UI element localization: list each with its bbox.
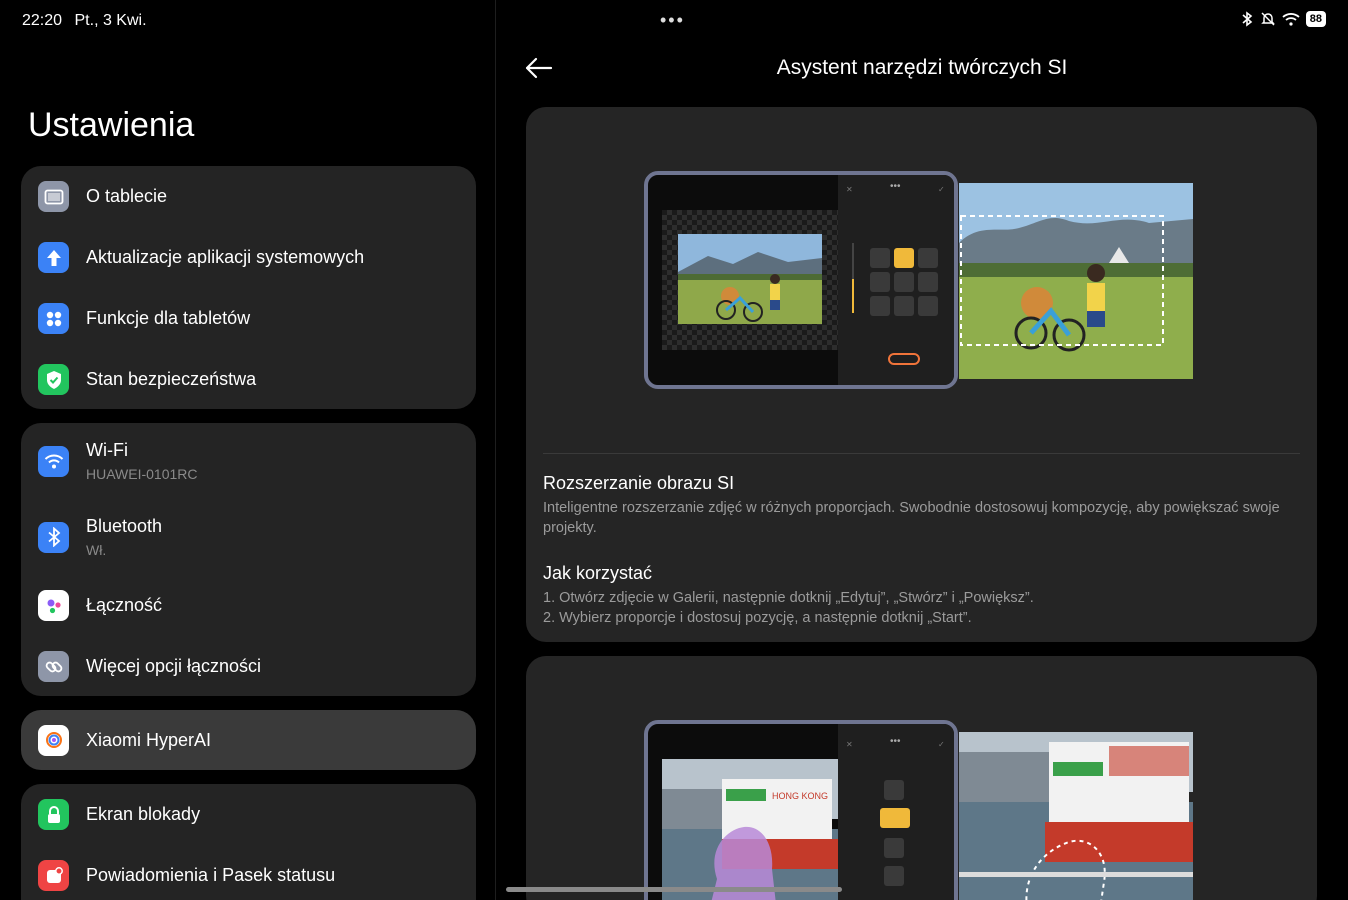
settings-item-label: Więcej opcji łączności <box>86 656 262 676</box>
ratio-button <box>918 296 938 316</box>
lock-icon <box>38 799 69 830</box>
ratio-button <box>870 272 890 292</box>
grid-dots-icon <box>38 303 69 334</box>
settings-group-display: Ekran blokady Powiadomienia i Pasek stat… <box>21 784 476 900</box>
settings-item-xiaomi-hyperai[interactable]: Xiaomi HyperAI <box>21 710 476 770</box>
settings-group-connections: Wi-Fi HUAWEI-0101RC Bluetooth Wł. Łączno… <box>21 423 476 696</box>
more-icon: ••• <box>890 181 901 192</box>
expanded-photo <box>959 183 1193 379</box>
settings-item-bluetooth[interactable]: Bluetooth Wł. <box>21 499 476 575</box>
battery-indicator: 88 <box>1305 11 1326 27</box>
more-icon: ••• <box>890 736 901 747</box>
tool-button-active <box>880 808 910 828</box>
settings-item-more-connectivity[interactable]: Więcej opcji łączności <box>21 636 476 697</box>
settings-item-notifications[interactable]: Powiadomienia i Pasek statusu <box>21 845 476 900</box>
tool-button <box>884 866 904 886</box>
ratio-button <box>894 296 914 316</box>
settings-item-label: O tablecie <box>86 186 168 206</box>
slider-fill <box>852 279 854 313</box>
dots-color-icon <box>38 590 69 621</box>
home-indicator[interactable] <box>506 887 842 892</box>
tablet-icon <box>38 181 69 212</box>
ratio-button-active <box>894 248 914 268</box>
link-icon <box>38 651 69 682</box>
wifi-icon <box>38 445 69 477</box>
feature-card-image-expansion: ✕ ••• ✓ Rozszerzanie obrazu SI Inteligen… <box>526 107 1317 642</box>
status-bar-right: 88 <box>1240 11 1326 27</box>
settings-item-label: Stan bezpieczeństwa <box>86 369 257 389</box>
settings-group-hyperai: Xiaomi HyperAI <box>21 710 476 770</box>
settings-item-label: Powiadomienia i Pasek statusu <box>86 865 336 885</box>
tool-panel: ✕ ••• ✓ <box>838 175 954 385</box>
howto-step-2: 2. Wybierz proporcje i dostosuj pozycję,… <box>543 610 972 626</box>
photo-thumbnail <box>678 234 822 324</box>
bluetooth-icon <box>38 521 69 553</box>
shield-check-icon <box>38 364 69 395</box>
settings-item-lock-screen[interactable]: Ekran blokady <box>21 784 476 845</box>
multitask-dots-icon[interactable]: ••• <box>660 10 685 31</box>
tool-button <box>884 838 904 858</box>
settings-item-label: Łączność <box>86 595 163 615</box>
arrow-up-icon <box>38 242 69 273</box>
bluetooth-status-icon <box>1242 11 1253 27</box>
wifi-status-icon <box>1282 13 1300 26</box>
tablet-mockup: ✕ ••• ✓ <box>644 171 958 389</box>
card-divider <box>543 453 1300 454</box>
tool-button <box>884 780 904 800</box>
check-icon: ✓ <box>938 185 945 194</box>
settings-item-system-updates[interactable]: Aktualizacje aplikacji systemowych <box>21 227 476 288</box>
settings-item-sublabel: Wł. <box>86 542 107 558</box>
detail-title: Asystent narzędzi twórczych SI <box>776 56 1068 79</box>
close-icon: ✕ <box>846 185 853 194</box>
ratio-button <box>870 296 890 316</box>
settings-item-sublabel: HUAWEI-0101RC <box>86 466 198 482</box>
tablet-mockup: HONG KONG ✕ ••• ✓ <box>644 720 958 900</box>
settings-item-connectivity[interactable]: Łączność <box>21 575 476 636</box>
ferry-photo: HONG KONG <box>662 759 838 900</box>
ratio-button <box>918 272 938 292</box>
settings-item-label: Xiaomi HyperAI <box>86 729 212 750</box>
check-icon: ✓ <box>938 740 945 749</box>
settings-item-about-tablet[interactable]: O tablecie <box>21 166 476 227</box>
close-icon: ✕ <box>846 740 853 749</box>
feature-description: Inteligentne rozszerzanie zdjęć w różnyc… <box>543 500 1280 536</box>
settings-item-label: Aktualizacje aplikacji systemowych <box>86 247 365 267</box>
pane-divider <box>495 0 496 900</box>
settings-pane: Ustawienia O tablecie Aktualizacje aplik… <box>0 0 495 900</box>
ferry-sign: HONG KONG <box>772 791 828 801</box>
ratio-button <box>894 272 914 292</box>
howto-heading: Jak korzystać <box>543 563 653 583</box>
settings-item-security-status[interactable]: Stan bezpieczeństwa <box>21 349 476 410</box>
settings-item-tablet-features[interactable]: Funkcje dla tabletów <box>21 288 476 349</box>
notification-icon <box>38 860 69 891</box>
start-pill <box>888 353 920 365</box>
settings-item-label: Funkcje dla tabletów <box>86 308 251 328</box>
hyperai-icon <box>38 724 69 756</box>
ratio-button <box>870 248 890 268</box>
howto-step-1: 1. Otwórz zdjęcie w Galerii, następnie d… <box>543 590 1034 606</box>
feature-heading: Rozszerzanie obrazu SI <box>543 473 735 493</box>
settings-item-label: Bluetooth <box>86 516 163 536</box>
ferry-result-photo <box>959 732 1193 900</box>
settings-item-label: Ekran blokady <box>86 804 201 824</box>
mute-bell-icon <box>1260 12 1275 26</box>
feature-card-object-removal: HONG KONG ✕ ••• ✓ <box>526 656 1317 900</box>
settings-item-label: Wi-Fi <box>86 440 128 460</box>
tool-panel: ✕ ••• ✓ <box>838 724 954 900</box>
settings-group-device: O tablecie Aktualizacje aplikacji system… <box>21 166 476 409</box>
ratio-button <box>918 248 938 268</box>
settings-item-wifi[interactable]: Wi-Fi HUAWEI-0101RC <box>21 423 476 499</box>
page-title: Ustawienia <box>28 106 195 144</box>
